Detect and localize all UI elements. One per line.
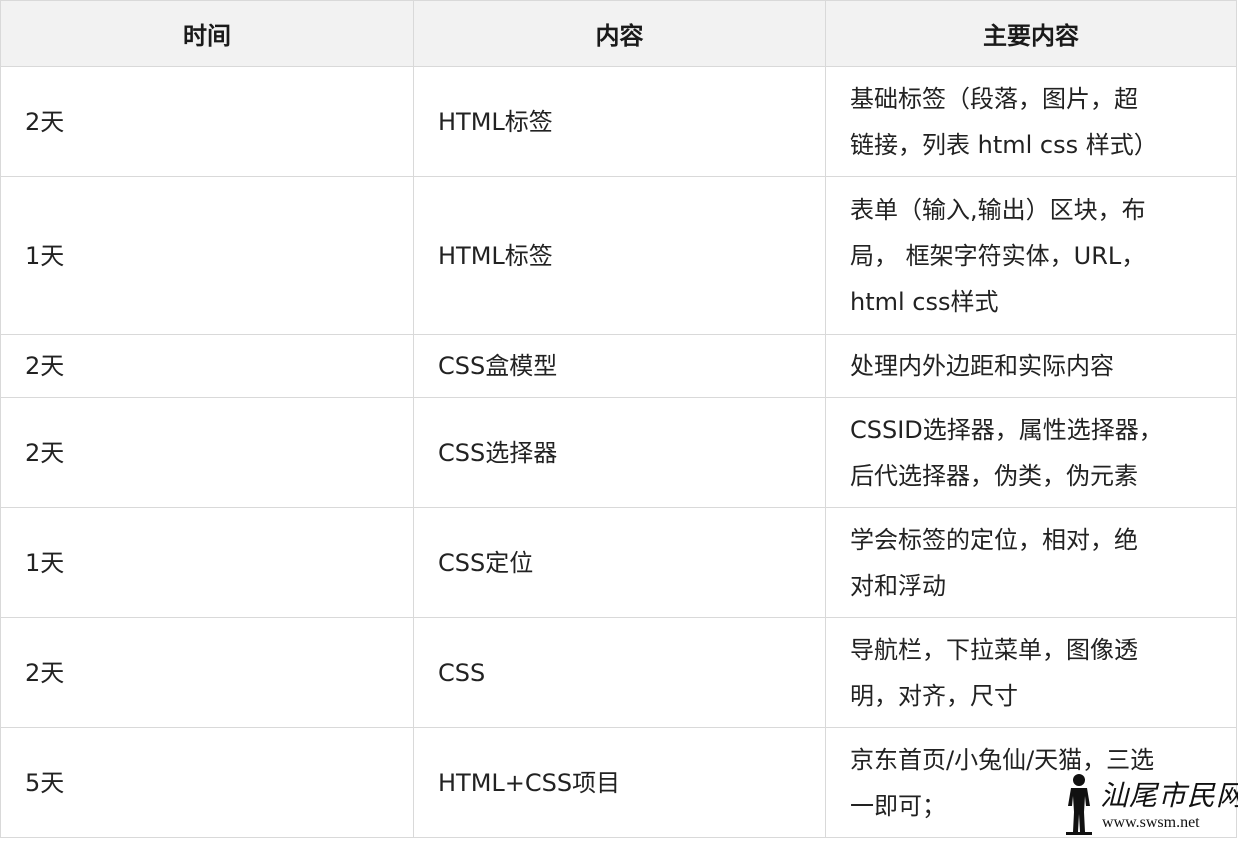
cell-main-content-line: 导航栏，下拉菜单，图像透 bbox=[850, 635, 1138, 664]
cell-main-content: 处理内外边距和实际内容 bbox=[825, 334, 1237, 398]
table-row: 2天 HTML标签 基础标签（段落，图片，超 链接，列表 html css 样式） bbox=[0, 66, 1237, 177]
header-content: 内容 bbox=[413, 0, 826, 67]
cell-time: 2天 bbox=[0, 617, 414, 728]
cell-main-content-line: 后代选择器，伪类，伪元素 bbox=[850, 461, 1138, 490]
table-row: 2天 CSS盒模型 处理内外边距和实际内容 bbox=[0, 334, 1237, 398]
cell-content: CSS盒模型 bbox=[413, 334, 826, 398]
table-row: 2天 CSS选择器 CSSID选择器，属性选择器， 后代选择器，伪类，伪元素 bbox=[0, 397, 1237, 508]
cell-time: 2天 bbox=[0, 334, 414, 398]
cell-main-content: CSSID选择器，属性选择器， 后代选择器，伪类，伪元素 bbox=[825, 397, 1237, 508]
cell-main-content: 基础标签（段落，图片，超 链接，列表 html css 样式） bbox=[825, 66, 1237, 177]
cell-main-content-line: 对和浮动 bbox=[850, 571, 946, 600]
cell-main-content-line: 链接，列表 html css 样式） bbox=[850, 130, 1158, 159]
cell-content: CSS选择器 bbox=[413, 397, 826, 508]
cell-main-content-line: CSSID选择器，属性选择器， bbox=[850, 415, 1163, 444]
cell-time: 1天 bbox=[0, 507, 414, 618]
cell-main-content-line: 表单（输入,输出）区块，布 bbox=[850, 195, 1146, 224]
cell-time: 2天 bbox=[0, 66, 414, 177]
watermark-url: www.swsm.net bbox=[1102, 814, 1200, 831]
cell-content: CSS bbox=[413, 617, 826, 728]
cell-time: 2天 bbox=[0, 397, 414, 508]
standing-person-silhouette-icon bbox=[1066, 774, 1092, 835]
cell-main-content-line: 基础标签（段落，图片，超 bbox=[850, 84, 1138, 113]
cell-content: CSS定位 bbox=[413, 507, 826, 618]
cell-main-content-line: html css样式 bbox=[850, 287, 999, 316]
cell-main-content-line: 局， 框架字符实体，URL， bbox=[850, 241, 1146, 270]
cell-content: HTML+CSS项目 bbox=[413, 727, 826, 838]
cell-content: HTML标签 bbox=[413, 176, 826, 335]
cell-main-content: 导航栏，下拉菜单，图像透 明，对齐，尺寸 bbox=[825, 617, 1237, 728]
table-row: 2天 CSS 导航栏，下拉菜单，图像透 明，对齐，尺寸 bbox=[0, 617, 1237, 728]
header-main-content: 主要内容 bbox=[825, 0, 1237, 67]
table-row: 5天 HTML+CSS项目 京东首页/小兔仙/天猫，三选 一即可； bbox=[0, 727, 1237, 838]
header-time: 时间 bbox=[0, 0, 414, 67]
table-row: 1天 HTML标签 表单（输入,输出）区块，布 局， 框架字符实体，URL， html … bbox=[0, 176, 1237, 335]
cell-main-content-line: 处理内外边距和实际内容 bbox=[850, 352, 1114, 380]
cell-content: HTML标签 bbox=[413, 66, 826, 177]
watermark-title: 汕尾市民网 bbox=[1100, 779, 1238, 812]
table-row: 1天 CSS定位 学会标签的定位，相对，绝 对和浮动 bbox=[0, 507, 1237, 618]
site-watermark: 汕尾市民网 www.swsm.net bbox=[1062, 772, 1238, 838]
table-header-row: 时间 内容 主要内容 bbox=[0, 0, 1237, 67]
table-body: 2天 HTML标签 基础标签（段落，图片，超 链接，列表 html css 样式） 1天… bbox=[0, 66, 1237, 838]
cell-main-content: 表单（输入,输出）区块，布 局， 框架字符实体，URL， html css样式 bbox=[825, 176, 1237, 335]
cell-main-content: 学会标签的定位，相对，绝 对和浮动 bbox=[825, 507, 1237, 618]
cell-time: 5天 bbox=[0, 727, 414, 838]
cell-main-content-line: 明，对齐，尺寸 bbox=[850, 681, 1018, 710]
cell-main-content-line: 学会标签的定位，相对，绝 bbox=[850, 525, 1138, 554]
course-schedule-table: 时间 内容 主要内容 2天 HTML标签 基础标签（段落，图片，超 链接，列表 htm… bbox=[0, 0, 1237, 838]
cell-time: 1天 bbox=[0, 176, 414, 335]
